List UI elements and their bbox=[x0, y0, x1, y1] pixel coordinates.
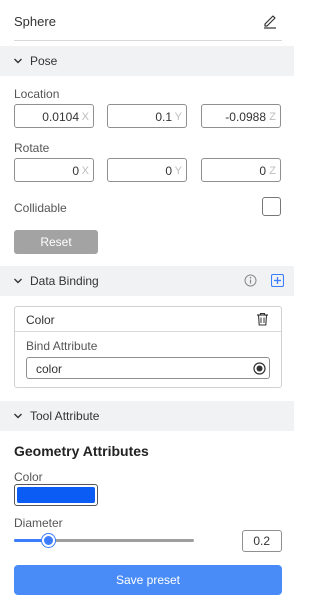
geometry-attributes-heading: Geometry Attributes bbox=[14, 443, 149, 459]
binding-card: Color Bind Attribute color bbox=[14, 306, 282, 388]
rotate-y-value: 0 bbox=[165, 164, 172, 178]
section-data-binding-header[interactable]: Data Binding bbox=[0, 266, 294, 296]
rotate-z-value: 0 bbox=[259, 164, 266, 178]
axis-x-label: X bbox=[81, 165, 89, 177]
reset-button[interactable]: Reset bbox=[14, 230, 98, 254]
axis-y-label: Y bbox=[174, 165, 182, 177]
location-x-value: 0.0104 bbox=[42, 110, 79, 124]
section-data-binding-title: Data Binding bbox=[30, 274, 99, 288]
color-swatch bbox=[17, 487, 95, 503]
trash-icon[interactable] bbox=[256, 312, 269, 326]
section-tool-attribute-header[interactable]: Tool Attribute bbox=[0, 401, 294, 431]
pencil-icon[interactable] bbox=[262, 13, 278, 29]
info-icon[interactable] bbox=[244, 274, 257, 287]
location-z-input[interactable]: -0.0988 Z bbox=[201, 104, 281, 128]
rotate-z-input[interactable]: 0 Z bbox=[201, 158, 281, 182]
location-y-value: 0.1 bbox=[155, 110, 172, 124]
plus-square-icon[interactable] bbox=[271, 274, 284, 287]
axis-z-label: Z bbox=[269, 111, 276, 123]
color-label: Color bbox=[14, 470, 43, 484]
chevron-down-icon bbox=[14, 278, 22, 284]
chevron-down-icon bbox=[14, 58, 22, 64]
diameter-slider-thumb[interactable] bbox=[41, 534, 55, 547]
panel-title: Sphere bbox=[14, 14, 56, 29]
collidable-checkbox[interactable] bbox=[262, 197, 281, 216]
diameter-input[interactable]: 0.2 bbox=[242, 530, 282, 552]
bind-attribute-value: color bbox=[36, 362, 63, 376]
section-tool-attribute-title: Tool Attribute bbox=[30, 409, 100, 423]
axis-z-label: Z bbox=[269, 165, 276, 177]
rotate-x-value: 0 bbox=[72, 164, 79, 178]
location-y-input[interactable]: 0.1 Y bbox=[107, 104, 187, 128]
location-z-value: -0.0988 bbox=[225, 110, 266, 124]
axis-y-label: Y bbox=[174, 111, 182, 123]
location-x-input[interactable]: 0.0104 X bbox=[14, 104, 94, 128]
diameter-label: Diameter bbox=[14, 516, 63, 530]
radio-selected-icon bbox=[253, 362, 266, 375]
bind-attribute-label: Bind Attribute bbox=[26, 339, 98, 353]
bind-attribute-select[interactable]: color bbox=[26, 357, 270, 379]
rotate-label: Rotate bbox=[14, 141, 50, 155]
location-label: Location bbox=[14, 87, 60, 101]
header-divider bbox=[14, 40, 282, 41]
chevron-down-icon bbox=[14, 413, 22, 419]
color-picker[interactable] bbox=[14, 484, 98, 506]
section-pose-header[interactable]: Pose bbox=[0, 46, 294, 76]
section-pose-title: Pose bbox=[30, 54, 58, 68]
axis-x-label: X bbox=[81, 111, 89, 123]
binding-card-header: Color bbox=[15, 307, 281, 332]
save-preset-button[interactable]: Save preset bbox=[14, 565, 282, 595]
binding-card-title: Color bbox=[26, 313, 55, 327]
collidable-label: Collidable bbox=[14, 201, 67, 215]
rotate-x-input[interactable]: 0 X bbox=[14, 158, 94, 182]
rotate-y-input[interactable]: 0 Y bbox=[107, 158, 187, 182]
